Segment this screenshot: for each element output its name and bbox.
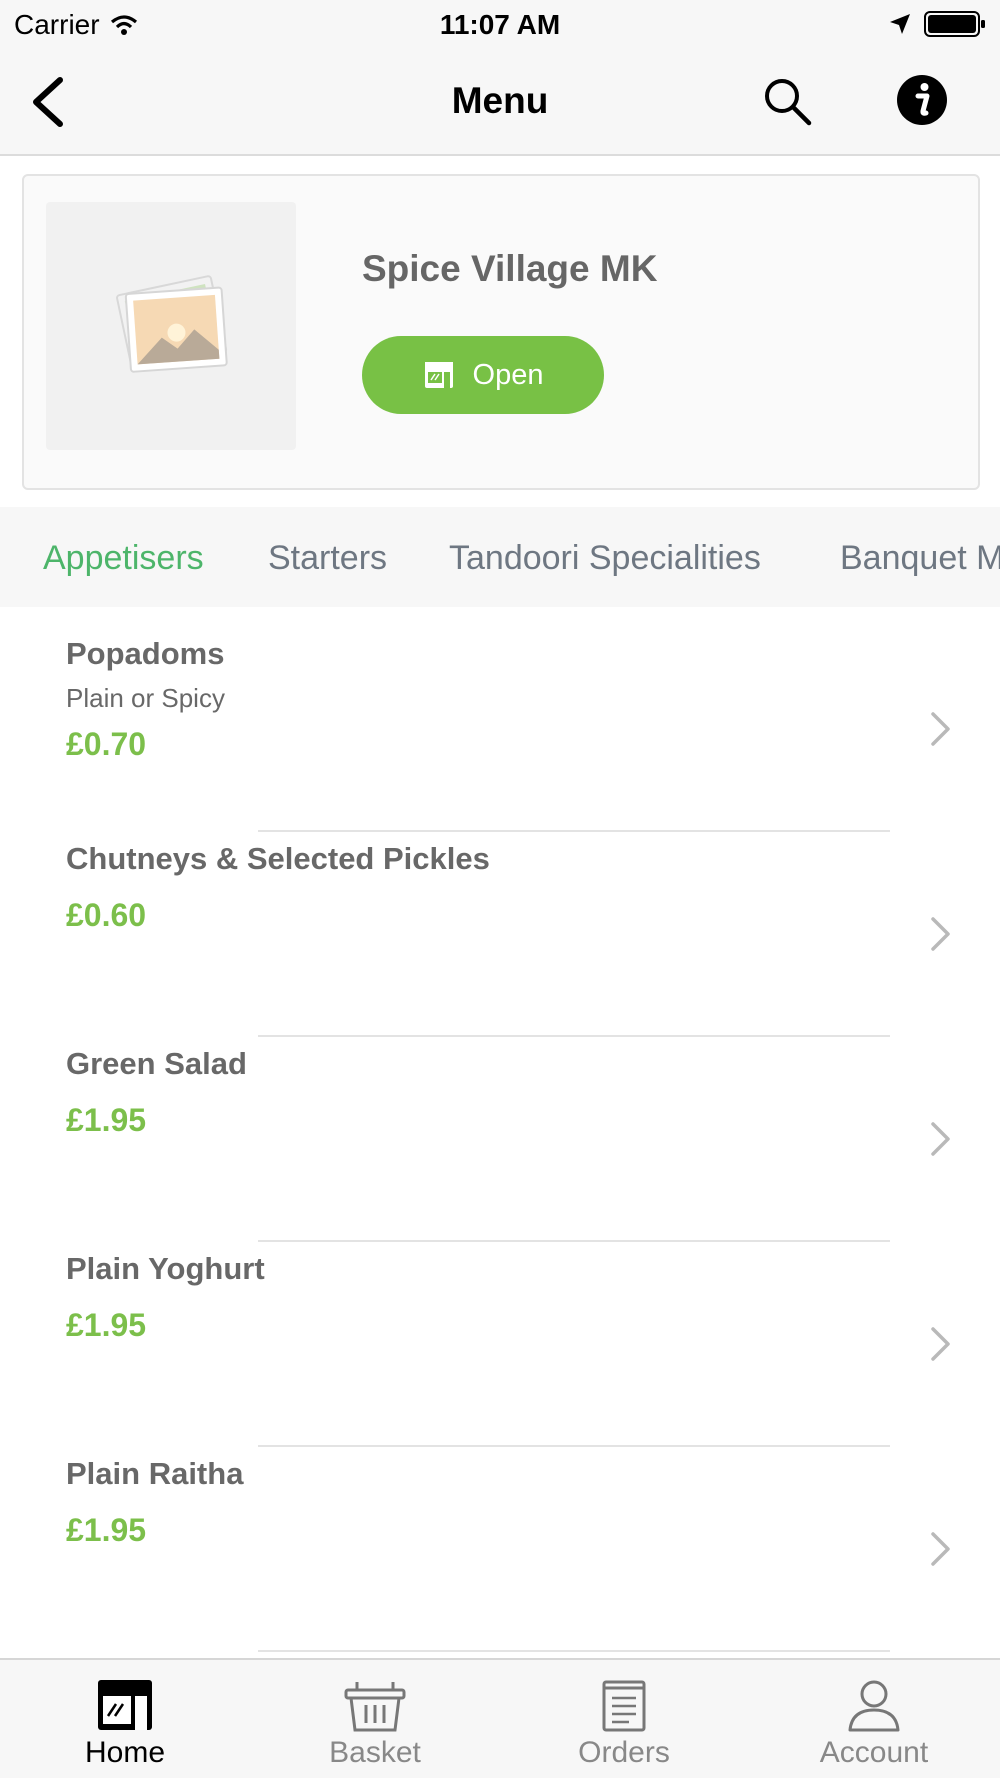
- menu-item-plain-raitha[interactable]: Plain Raitha £1.95: [0, 1428, 1000, 1652]
- search-icon[interactable]: [762, 76, 814, 128]
- tab-bar-orders[interactable]: Orders: [524, 1678, 724, 1778]
- chevron-right-icon: [931, 917, 950, 951]
- bottom-tab-bar: Home Basket Orders Account: [0, 1658, 1000, 1778]
- restaurant-card: Spice Village MK Open: [22, 174, 980, 490]
- open-status-button[interactable]: Open: [362, 336, 604, 414]
- tab-banquet[interactable]: Banquet M: [840, 539, 1000, 578]
- chevron-right-icon: [931, 1122, 950, 1156]
- tab-bar-label: Account: [819, 1736, 929, 1769]
- basket-icon: [344, 1682, 406, 1732]
- menu-list: Popadoms Plain or Spicy £0.70 Chutneys &…: [0, 608, 1000, 1658]
- tab-tandoori-specialities[interactable]: Tandoori Specialities: [449, 539, 761, 578]
- shop-icon: [98, 1680, 152, 1730]
- status-right: [888, 10, 986, 38]
- image-placeholder-icon: [116, 275, 228, 373]
- battery-icon: [924, 11, 985, 37]
- item-price: £0.60: [66, 897, 147, 933]
- item-divider: [258, 1650, 890, 1652]
- item-name: Green Salad: [66, 1046, 247, 1081]
- tab-bar-label: Orders: [578, 1736, 670, 1769]
- tab-starters[interactable]: Starters: [268, 539, 387, 578]
- status-time: 11:07 AM: [439, 9, 561, 40]
- chevron-right-icon: [931, 1532, 950, 1566]
- status-bar: Carrier 11:07 AM: [0, 0, 1000, 50]
- menu-item-popadoms[interactable]: Popadoms Plain or Spicy £0.70: [0, 608, 1000, 832]
- item-description: Plain or Spicy: [66, 683, 225, 713]
- category-tabs: Appetisers Starters Tandoori Specialitie…: [0, 507, 1000, 607]
- tab-bar-account[interactable]: Account: [774, 1678, 974, 1778]
- open-status-label: Open: [472, 358, 544, 391]
- item-price: £0.70: [66, 726, 147, 762]
- shop-icon: [424, 362, 453, 388]
- item-price: £1.95: [66, 1512, 147, 1548]
- tab-bar-basket[interactable]: Basket: [275, 1678, 475, 1778]
- tab-bar-label: Home: [84, 1736, 166, 1769]
- item-name: Chutneys & Selected Pickles: [66, 841, 490, 876]
- tab-bar-label: Basket: [329, 1736, 421, 1769]
- item-price: £1.95: [66, 1307, 147, 1343]
- tab-bar-home[interactable]: Home: [25, 1678, 225, 1778]
- page-title: Menu: [451, 80, 549, 121]
- info-icon[interactable]: [896, 74, 948, 126]
- person-icon: [848, 1680, 900, 1732]
- restaurant-name: Spice Village MK: [362, 248, 658, 289]
- item-price: £1.95: [66, 1102, 147, 1138]
- receipt-icon: [602, 1680, 646, 1732]
- restaurant-image-placeholder: [46, 202, 296, 450]
- item-name: Popadoms: [66, 636, 225, 671]
- app-screen: Carrier 11:07 AM Menu Spice Village MK O…: [0, 0, 1000, 1778]
- menu-item-green-salad[interactable]: Green Salad £1.95: [0, 1018, 1000, 1242]
- chevron-right-icon: [931, 712, 950, 746]
- menu-item-plain-yoghurt[interactable]: Plain Yoghurt £1.95: [0, 1223, 1000, 1447]
- chevron-right-icon: [931, 1327, 950, 1361]
- tab-appetisers[interactable]: Appetisers: [43, 539, 204, 578]
- item-name: Plain Raitha: [66, 1456, 244, 1491]
- item-name: Plain Yoghurt: [66, 1251, 265, 1286]
- menu-item-chutneys[interactable]: Chutneys & Selected Pickles £0.60: [0, 813, 1000, 1037]
- location-arrow-icon: [890, 14, 910, 34]
- nav-bar: Menu: [0, 50, 1000, 156]
